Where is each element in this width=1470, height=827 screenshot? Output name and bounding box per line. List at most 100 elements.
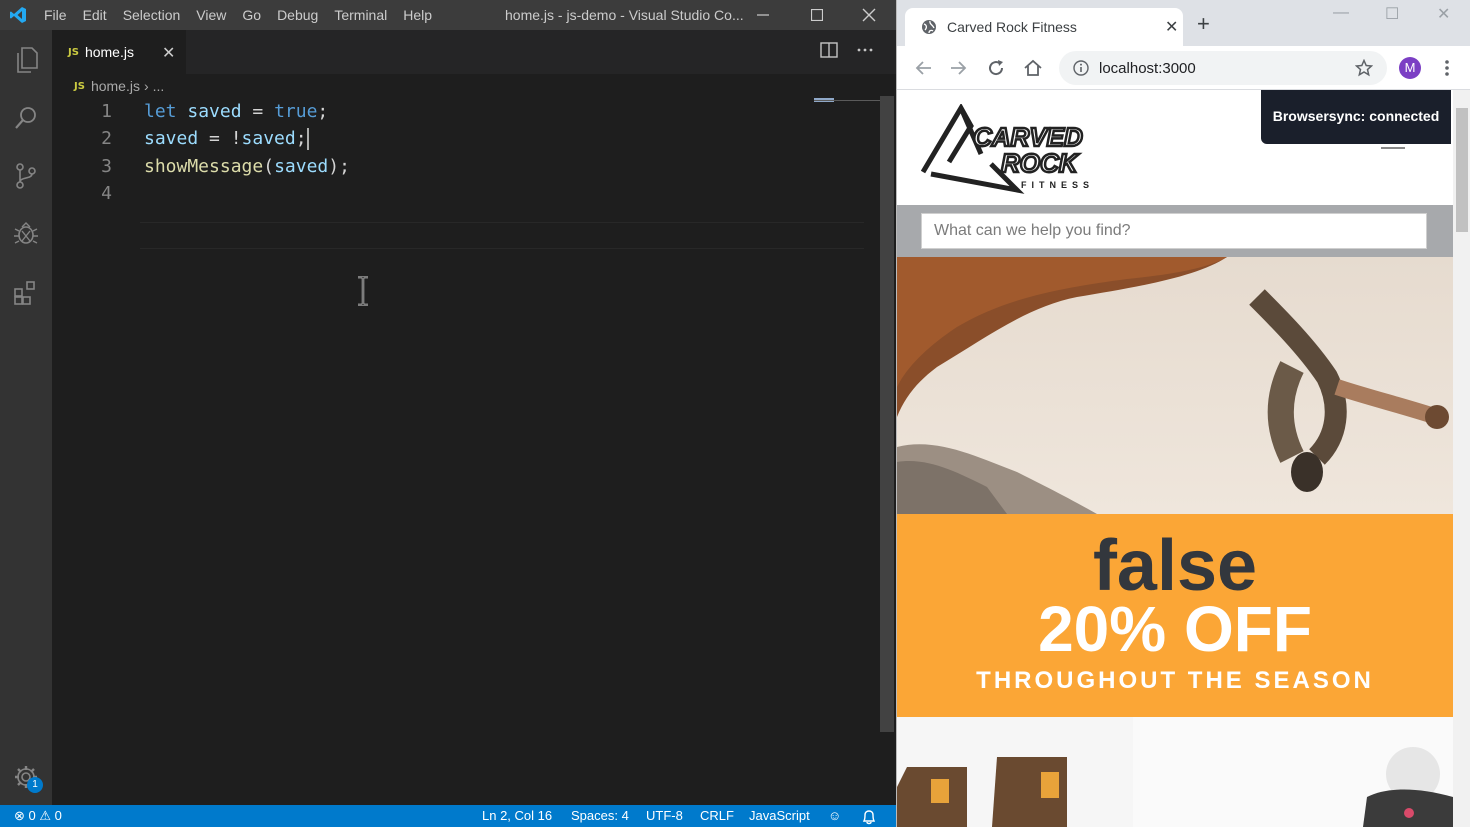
explorer-icon[interactable] (6, 40, 46, 80)
menu-terminal[interactable]: Terminal (326, 0, 395, 30)
status-bar: ⊗ 0 ⚠ 0 Ln 2, Col 16 Spaces: 4 UTF-8 CRL… (0, 805, 896, 827)
js-file-icon: JS (68, 46, 79, 58)
browser-tab-title: Carved Rock Fitness (947, 19, 1077, 35)
editor-tabbar: JS home.js ✕ (52, 30, 896, 74)
address-bar[interactable]: localhost:3000 (1059, 51, 1387, 85)
code-line: 2 saved = !saved; (52, 125, 812, 152)
promo-subline: THROUGHOUT THE SEASON (976, 667, 1374, 694)
menu-view[interactable]: View (188, 0, 234, 30)
site-search-input[interactable] (921, 213, 1427, 249)
maximize-button[interactable] (794, 0, 840, 30)
promo-headline: 20% OFF (1038, 593, 1312, 665)
vscode-titlebar: File Edit Selection View Go Debug Termin… (0, 0, 896, 30)
code-line: 3 showMessage(saved); (52, 153, 812, 180)
profile-avatar[interactable]: M (1399, 57, 1421, 79)
browser-maximize-icon[interactable]: ☐ (1385, 4, 1399, 24)
tab-close-icon[interactable]: ✕ (162, 43, 175, 63)
tab-label: home.js (84, 44, 134, 60)
line-number: 1 (101, 101, 112, 122)
split-editor-icon[interactable] (818, 42, 840, 62)
tab-home-js[interactable]: JS home.js ✕ (52, 30, 186, 74)
close-window-button[interactable] (846, 0, 892, 30)
maximize-icon (811, 9, 823, 21)
activity-bar (0, 30, 52, 805)
code-text: let saved = true; (144, 101, 329, 122)
breadcrumb-file[interactable]: home.js (91, 78, 140, 94)
browser-tab[interactable]: Carved Rock Fitness ✕ (905, 8, 1183, 46)
indentation[interactable]: Spaces: 4 (571, 805, 629, 827)
minimap[interactable] (814, 98, 880, 102)
line-number: 3 (101, 156, 112, 177)
vscode-logo-icon (0, 0, 36, 30)
browser-window: Carved Rock Fitness ✕ + — ☐ ✕ localhost:… (896, 0, 1470, 827)
menu-selection[interactable]: Selection (115, 0, 189, 30)
page-scrollbar[interactable] (1453, 90, 1470, 827)
web-page: CARVED ROCK FITNESS Browsersync: connect… (897, 90, 1453, 827)
js-file-icon: JS (74, 80, 85, 92)
line-ending[interactable]: CRLF (700, 805, 734, 827)
forward-arrow-icon[interactable] (947, 56, 971, 80)
breadcrumb: JS home.js › ... (74, 76, 164, 96)
cursor-position[interactable]: Ln 2, Col 16 (482, 805, 552, 827)
error-count: 0 (28, 808, 36, 823)
product-images (897, 717, 1453, 827)
code-text: showMessage(saved); (144, 156, 350, 177)
editor-scrollbar[interactable] (880, 96, 894, 732)
browser-toolbar: localhost:3000 M (897, 46, 1470, 90)
line-number: 4 (101, 183, 112, 204)
promo-banner[interactable]: false 20% OFF THROUGHOUT THE SEASON (897, 514, 1453, 717)
warning-icon: ⚠ (39, 808, 52, 823)
code-line: 4 (52, 180, 812, 207)
browser-minimize-icon[interactable]: — (1333, 4, 1349, 22)
browsersync-notification: Browsersync: connected (1261, 90, 1451, 144)
back-arrow-icon[interactable] (911, 56, 935, 80)
browser-close-icon[interactable]: ✕ (1437, 4, 1450, 24)
search-icon[interactable] (6, 98, 46, 138)
minimize-icon (757, 14, 769, 16)
info-icon[interactable] (1073, 60, 1089, 76)
code-line: 1 let saved = true; (52, 98, 812, 125)
extensions-icon[interactable] (6, 272, 46, 312)
source-control-icon[interactable] (6, 156, 46, 196)
more-actions-icon[interactable] (854, 42, 876, 62)
error-icon: ⊗ (14, 808, 25, 823)
notifications-bell-icon[interactable] (862, 805, 876, 827)
page-scrollbar-thumb[interactable] (1456, 108, 1468, 232)
close-tab-icon[interactable]: ✕ (1165, 17, 1178, 37)
menu-file[interactable]: File (36, 0, 75, 30)
menu-edit[interactable]: Edit (75, 0, 115, 30)
logo-word-rock: ROCK (1001, 148, 1080, 178)
menu-go[interactable]: Go (234, 0, 269, 30)
encoding[interactable]: UTF-8 (646, 805, 683, 827)
problems-indicator[interactable]: ⊗ 0 ⚠ 0 (14, 805, 62, 827)
code-editor[interactable]: 1 let saved = true; 2 saved = !saved; 3 … (52, 98, 882, 798)
hero-climber-image (897, 257, 1453, 514)
logo-word-fitness: FITNESS (1021, 180, 1094, 190)
browser-menu-icon[interactable] (1435, 56, 1459, 80)
menu-help[interactable]: Help (395, 0, 440, 30)
browser-tabstrip: Carved Rock Fitness ✕ + — ☐ ✕ (897, 0, 1470, 46)
url-text: localhost:3000 (1099, 59, 1196, 77)
language-mode[interactable]: JavaScript (749, 805, 810, 827)
breadcrumb-symbol[interactable]: ... (153, 78, 165, 94)
window-title: home.js - js-demo - Visual Studio Co... (505, 7, 744, 23)
home-icon[interactable] (1021, 56, 1045, 80)
code-text: saved = !saved; (144, 127, 309, 150)
warning-count: 0 (54, 808, 62, 823)
ibeam-cursor-icon (358, 276, 368, 306)
new-tab-button[interactable]: + (1197, 13, 1210, 35)
breadcrumb-separator: › (143, 78, 149, 94)
carved-rock-logo[interactable]: CARVED ROCK FITNESS (921, 104, 1111, 196)
feedback-smiley-icon[interactable]: ☺ (828, 805, 841, 827)
vscode-window: File Edit Selection View Go Debug Termin… (0, 0, 896, 827)
text-caret (306, 127, 309, 150)
menu-debug[interactable]: Debug (269, 0, 326, 30)
minimize-button[interactable] (740, 0, 786, 30)
bookmark-star-icon[interactable] (1352, 56, 1376, 80)
debug-icon[interactable] (6, 214, 46, 254)
search-band (897, 205, 1453, 257)
reload-icon[interactable] (984, 56, 1008, 80)
current-line-highlight (140, 222, 864, 249)
close-icon (862, 8, 876, 22)
globe-icon (922, 20, 936, 34)
